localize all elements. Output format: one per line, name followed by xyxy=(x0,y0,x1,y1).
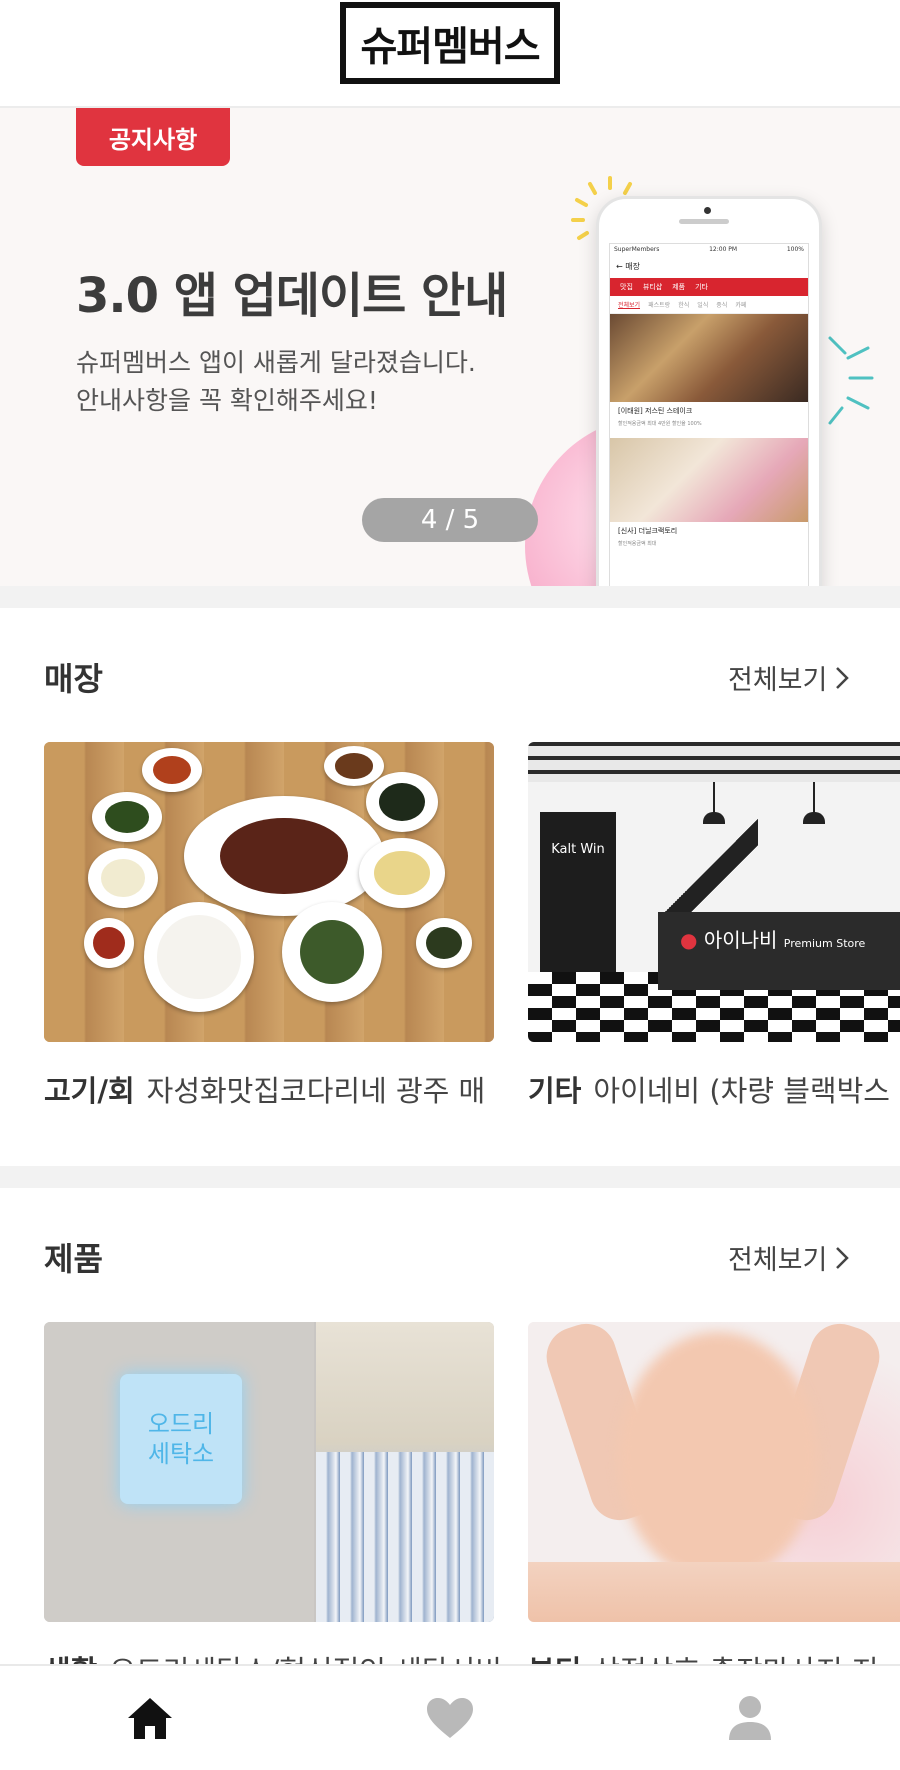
phone-subtab: 한식 xyxy=(678,302,690,309)
phone-speaker xyxy=(679,219,729,224)
person-icon xyxy=(729,1696,771,1740)
clothes-rack xyxy=(316,1322,494,1622)
phone-subtab: 전체보기 xyxy=(618,302,641,309)
chevron-right-icon xyxy=(836,666,850,689)
stores-see-all-button[interactable]: 전체보기 xyxy=(728,658,850,697)
store-category: 기타 xyxy=(528,1074,582,1108)
phone-card: [신사] 더닐크랙토리 할인적용금액 최대 xyxy=(618,527,678,547)
notice-banner[interactable]: 공지사항 3.0 앱 업데이트 안내 슈퍼멤버스 앱이 새롭게 달라졌습니다. … xyxy=(0,108,900,586)
phone-tabs: 맛집 뷰티샵 제품 기타 xyxy=(610,278,808,296)
phone-status-bar: SuperMembers 12:00 PM 100% xyxy=(610,244,808,256)
products-see-all-button[interactable]: 전체보기 xyxy=(728,1238,850,1277)
main-dish xyxy=(184,796,384,916)
phone-time: 12:00 PM xyxy=(709,246,738,253)
side-dish xyxy=(366,772,438,832)
banner-description: 슈퍼멤버스 앱이 새롭게 달라졌습니다. 안내사항을 꼭 확인해주세요! xyxy=(76,344,476,420)
phone-subtab: 중식 xyxy=(716,302,728,309)
app-header: 슈퍼멤버스 xyxy=(0,0,900,108)
product-image-laundry[interactable]: 오드리 세탁소 xyxy=(44,1322,494,1622)
side-dish xyxy=(416,918,472,968)
pendant-lamp xyxy=(803,812,825,824)
see-all-label: 전체보기 xyxy=(728,1245,828,1276)
side-dish xyxy=(88,848,158,908)
section-divider xyxy=(0,586,900,608)
store-caption[interactable]: 기타 아이네비 (차량 블랙박스 xyxy=(528,1068,900,1110)
side-dish xyxy=(324,746,384,786)
side-dish xyxy=(84,918,134,968)
stores-title: 매장 xyxy=(44,660,103,698)
home-icon xyxy=(128,1698,172,1739)
chevron-right-icon xyxy=(836,1246,850,1269)
soup-bowl xyxy=(282,902,382,1002)
product-image-massage[interactable] xyxy=(528,1322,900,1622)
rice-bowl xyxy=(144,902,254,1012)
section-divider xyxy=(0,1166,900,1188)
heart-icon xyxy=(427,1698,473,1738)
store-image-food[interactable] xyxy=(44,742,494,1042)
pendant-lamp xyxy=(703,812,725,824)
store-sign-sub: Premium Store xyxy=(783,937,866,950)
store-sign-text: 아이나비 xyxy=(703,928,778,952)
phone-subtab: 일식 xyxy=(697,302,709,309)
banner-desc-line1: 슈퍼멤버스 앱이 새롭게 달라졌습니다. xyxy=(76,348,476,377)
logo[interactable]: 슈퍼멤버스 xyxy=(340,2,560,84)
bottom-navigation xyxy=(0,1664,900,1770)
store-category: 고기/회 xyxy=(44,1074,135,1108)
phone-subtabs: 전체보기 패스트랑 한식 일식 중식 카페 xyxy=(610,296,808,314)
sparkle-lines-icon xyxy=(828,336,874,425)
phone-card-image xyxy=(610,314,808,402)
store-image-interior[interactable]: Kalt Win ● 아이나비 Premium Store xyxy=(528,742,900,1042)
phone-card: [이태원] 저스틴 스테이크 할인적용금액 최대 4만원 할인율 100% xyxy=(618,407,702,427)
banner-title: 3.0 앱 업데이트 안내 xyxy=(76,268,508,324)
notice-badge: 공지사항 xyxy=(76,108,230,166)
side-dish xyxy=(92,792,162,842)
neon-sign: 오드리 세탁소 xyxy=(120,1374,242,1504)
side-dish xyxy=(142,748,202,792)
store-name: 자성화맛집코다리네 광주 매 xyxy=(146,1074,486,1108)
phone-tab: 뷰티샵 xyxy=(642,283,663,291)
products-title: 제품 xyxy=(44,1240,103,1278)
store-name: 아이네비 (차량 블랙박스 xyxy=(593,1074,890,1108)
logo-text: 슈퍼멤버스 xyxy=(346,8,554,78)
promo-sign: Kalt Win xyxy=(540,812,616,972)
phone-subtab: 카페 xyxy=(735,302,747,309)
phone-camera xyxy=(704,207,711,214)
phone-screen: SuperMembers 12:00 PM 100% ← 매장 맛집 뷰티샵 제… xyxy=(609,243,809,586)
phone-mockup: SuperMembers 12:00 PM 100% ← 매장 맛집 뷰티샵 제… xyxy=(596,196,822,586)
banner-desc-line2: 안내사항을 꼭 확인해주세요! xyxy=(76,386,378,415)
store-caption[interactable]: 고기/회 자성화맛집코다리네 광주 매 xyxy=(44,1068,510,1110)
nav-home-button[interactable] xyxy=(120,1688,180,1748)
phone-tab: 기타 xyxy=(695,283,708,291)
banner-pager: 4 / 5 xyxy=(362,498,538,542)
blurred-face xyxy=(618,1332,818,1582)
reception-desk: ● 아이나비 Premium Store xyxy=(658,912,900,990)
side-dish xyxy=(359,838,445,908)
phone-tab: 제품 xyxy=(672,283,686,291)
see-all-label: 전체보기 xyxy=(728,665,828,696)
phone-subtab: 패스트랑 xyxy=(648,302,671,309)
phone-carrier: SuperMembers xyxy=(614,246,660,253)
phone-screen-title: ← 매장 xyxy=(616,262,640,271)
phone-card-image xyxy=(610,438,808,522)
nav-profile-button[interactable] xyxy=(720,1688,780,1748)
phone-tab: 맛집 xyxy=(620,283,633,291)
nav-favorites-button[interactable] xyxy=(420,1688,480,1748)
phone-battery: 100% xyxy=(786,246,804,253)
